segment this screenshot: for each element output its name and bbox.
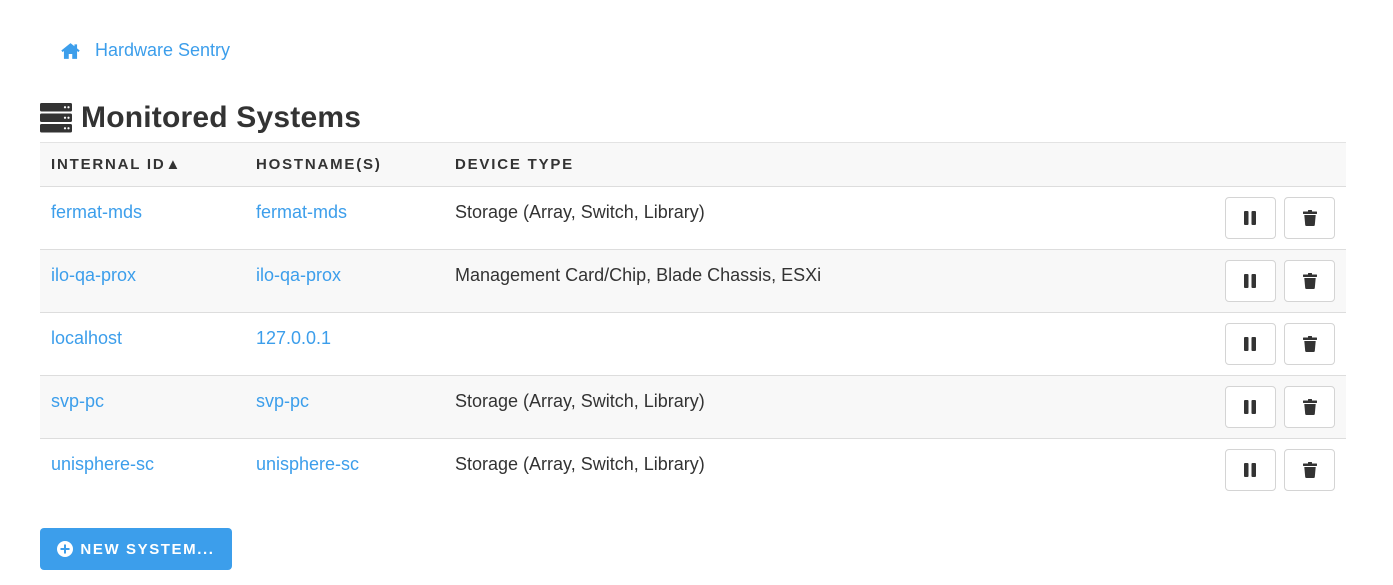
column-header-device-type[interactable]: DEVICE TYPE [444,143,1108,187]
pause-button[interactable] [1224,449,1276,491]
pause-button[interactable] [1224,260,1276,302]
page-title: Monitored Systems [40,100,361,136]
server-stack-icon [40,103,72,133]
new-system-label: NEW SYSTEM... [80,540,215,558]
delete-button[interactable] [1284,197,1335,239]
table-row: unisphere-sc unisphere-sc Storage (Array… [40,439,1346,502]
breadcrumb[interactable]: Hardware Sentry [60,38,230,62]
delete-button[interactable] [1284,386,1335,428]
system-id-link[interactable]: svp-pc [51,391,104,411]
pause-button[interactable] [1224,323,1276,365]
trash-icon [1302,210,1317,226]
hostname-link[interactable]: svp-pc [256,391,309,411]
delete-button[interactable] [1284,323,1335,365]
trash-icon [1302,336,1317,352]
column-header-hostnames[interactable]: HOSTNAME(S) [245,143,444,187]
home-icon [61,42,80,59]
table-row: ilo-qa-prox ilo-qa-prox Management Card/… [40,249,1346,313]
new-system-button[interactable]: NEW SYSTEM... [40,528,232,570]
delete-button[interactable] [1284,449,1335,491]
pause-icon [1244,463,1257,477]
column-header-actions [1108,143,1346,187]
system-id-link[interactable]: fermat-mds [51,202,142,222]
system-id-link[interactable]: localhost [51,328,122,348]
hostname-link[interactable]: ilo-qa-prox [256,265,341,285]
trash-icon [1302,273,1317,289]
pause-icon [1244,337,1257,351]
delete-button[interactable] [1284,260,1335,302]
pause-button[interactable] [1224,386,1276,428]
column-header-internal-id[interactable]: INTERNAL ID▲ [40,143,245,187]
table-row: fermat-mds fermat-mds Storage (Array, Sw… [40,187,1346,250]
trash-icon [1302,399,1317,415]
breadcrumb-label: Hardware Sentry [95,39,231,60]
trash-icon [1302,462,1317,478]
system-id-link[interactable]: ilo-qa-prox [51,265,136,285]
pause-button[interactable] [1224,197,1276,239]
pause-icon [1244,211,1257,225]
hostname-link[interactable]: 127.0.0.1 [256,328,331,348]
table-row: localhost 127.0.0.1 [40,313,1346,376]
page-title-text: Monitored Systems [81,101,362,134]
hostname-link[interactable]: unisphere-sc [256,454,359,474]
device-type: Management Card/Chip, Blade Chassis, ESX… [455,265,822,285]
pause-icon [1244,274,1257,288]
hostname-link[interactable]: fermat-mds [256,202,347,222]
device-type: Storage (Array, Switch, Library) [455,454,705,474]
system-id-link[interactable]: unisphere-sc [51,454,154,474]
device-type: Storage (Array, Switch, Library) [455,391,705,411]
table-row: svp-pc svp-pc Storage (Array, Switch, Li… [40,375,1346,439]
systems-table: INTERNAL ID▲ HOSTNAME(S) DEVICE TYPE fer… [40,142,1346,502]
pause-icon [1244,400,1257,414]
plus-circle-icon [57,541,74,557]
device-type: Storage (Array, Switch, Library) [455,202,705,222]
table-header-row: INTERNAL ID▲ HOSTNAME(S) DEVICE TYPE [40,142,1346,187]
